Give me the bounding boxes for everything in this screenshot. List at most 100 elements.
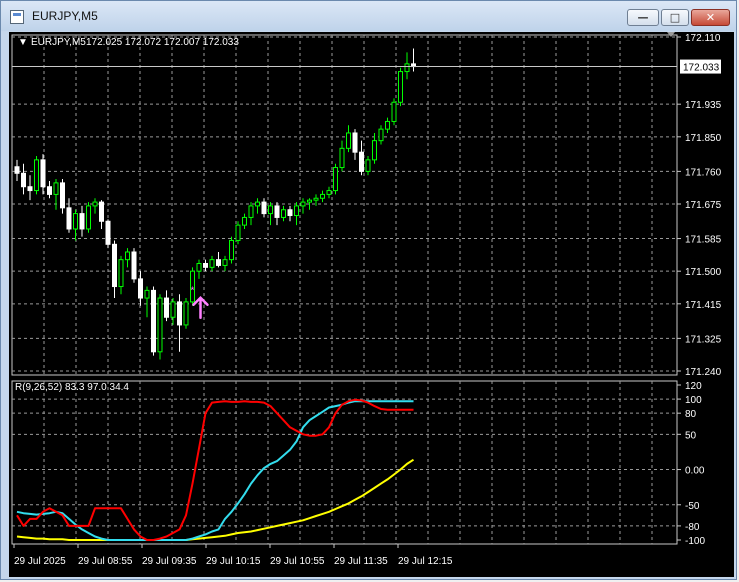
- title-bar[interactable]: EURJPY,M5 — □ ✕: [1, 1, 736, 31]
- candle-body: [229, 239, 234, 261]
- candle-body: [398, 71, 403, 103]
- candle-body: [294, 205, 299, 217]
- price-axis-label: 171.935: [685, 100, 722, 111]
- candle-body: [242, 216, 247, 226]
- candle-body: [73, 213, 78, 230]
- candle-body: [222, 259, 228, 266]
- time-axis-label: 29 Jul 2025: [14, 556, 66, 567]
- candle-body: [372, 140, 377, 161]
- candle-body: [333, 167, 338, 192]
- price-axis-label: 172.110: [685, 33, 721, 44]
- oscillator-axis-label: -100: [685, 536, 705, 547]
- signal-arrow: [192, 295, 209, 319]
- time-axis-label: 29 Jul 12:15: [398, 556, 453, 567]
- candle-body: [307, 199, 312, 203]
- main-panel-frame: [11, 34, 678, 376]
- candle-body: [300, 201, 306, 207]
- candle-body: [209, 259, 215, 268]
- close-button[interactable]: ✕: [691, 9, 730, 26]
- candle-body: [359, 151, 364, 172]
- price-axis-label: 171.850: [685, 133, 722, 144]
- candle-body: [79, 213, 85, 230]
- candle-body: [274, 205, 280, 218]
- axes: 172.110 171.935 171.850 171.760 171.675 171.5…: [13, 32, 722, 567]
- candle-body: [268, 205, 273, 215]
- candle-body: [164, 297, 169, 318]
- oscillator-axis-label: 80: [685, 409, 697, 420]
- oscillator-axis-label: -50: [685, 501, 700, 512]
- candle-body: [203, 263, 208, 268]
- candle-body: [326, 190, 332, 195]
- candle-body: [352, 132, 358, 153]
- oscillator-axis-label: 0.00: [685, 466, 705, 477]
- oscillator-panel-frame: [11, 380, 678, 545]
- time-axis-label: 29 Jul 10:55: [270, 556, 325, 567]
- candle-body: [138, 278, 143, 299]
- candle-body: [92, 201, 98, 207]
- candle-body: [60, 182, 65, 209]
- symbol-label: EURJPY,M5: [31, 37, 86, 48]
- candle-body: [21, 172, 26, 188]
- candle-body: [378, 128, 384, 142]
- candle-body: [177, 301, 182, 326]
- candle-body: [151, 289, 156, 353]
- candle-body: [183, 301, 189, 326]
- candle-body: [131, 251, 137, 280]
- candle-body: [27, 186, 33, 192]
- candle-body: [157, 297, 163, 353]
- ohlc-readout: 172.025 172.072 172.007 172.033: [86, 37, 239, 48]
- candle-body: [287, 209, 293, 217]
- indicator-label: R(9,26,52) 83.3 97.0 34.4: [15, 382, 129, 393]
- candle-body: [196, 263, 202, 272]
- candle-body: [112, 243, 117, 288]
- oscillator-axis-label: 100: [685, 395, 702, 406]
- price-axis-label: 171.585: [685, 235, 722, 246]
- candle-body: [105, 220, 111, 245]
- time-axis-label: 29 Jul 11:35: [334, 556, 388, 567]
- candle-body: [47, 186, 52, 195]
- price-chart[interactable]: 172.110 171.935 171.850 171.760 171.675 171.5…: [9, 32, 734, 577]
- candle-body: [339, 147, 345, 169]
- time-axis-label: 29 Jul 09:35: [142, 556, 197, 567]
- current-price-label: 172.033: [683, 63, 720, 74]
- terminal-window: EURJPY,M5 — □ ✕ 172.110 171.935 171.850 171…: [0, 0, 737, 580]
- window-title: EURJPY,M5: [32, 9, 98, 23]
- candle-body: [86, 205, 91, 230]
- oscillator-axis-label: 120: [685, 381, 702, 392]
- oscillator-axis-label: -80: [685, 522, 700, 533]
- price-axis-label: 171.240: [685, 367, 722, 378]
- price-axis-label: 171.675: [685, 200, 722, 211]
- candle-body: [66, 207, 72, 230]
- candle-body: [40, 159, 46, 188]
- oscillator-axis-label: 50: [685, 430, 697, 441]
- time-axis-label: 29 Jul 08:55: [78, 556, 133, 567]
- minimize-button[interactable]: —: [627, 9, 659, 26]
- candle-body: [14, 166, 20, 174]
- chart-window-icon: [10, 10, 24, 24]
- price-axis-label: 171.500: [685, 267, 722, 278]
- candle-body: [118, 259, 124, 288]
- candle-body: [216, 259, 221, 266]
- candle-body: [385, 120, 390, 130]
- candle-body: [404, 63, 410, 73]
- candle-body: [365, 159, 371, 172]
- candle-body: [170, 301, 176, 318]
- candle-body: [281, 209, 286, 218]
- candle-body: [320, 193, 325, 199]
- candle-body: [53, 182, 59, 195]
- current-price-tag: 172.033: [680, 59, 721, 74]
- candle-body: [34, 159, 39, 192]
- chart-area[interactable]: 172.110 171.935 171.850 171.760 171.675 171.5…: [9, 32, 734, 577]
- candle-body: [248, 205, 254, 218]
- symbol-dropdown-icon[interactable]: ▼: [18, 37, 28, 48]
- candle-body: [235, 224, 241, 241]
- candle-body: [346, 132, 351, 149]
- time-axis-label: 29 Jul 10:15: [206, 556, 261, 567]
- price-axis-label: 171.415: [685, 300, 722, 311]
- candle-body: [144, 289, 150, 299]
- candle-body: [261, 201, 267, 215]
- maximize-button[interactable]: □: [661, 9, 689, 26]
- candle-body: [255, 201, 260, 207]
- candle-body: [125, 251, 130, 261]
- signal-star: *: [191, 286, 195, 297]
